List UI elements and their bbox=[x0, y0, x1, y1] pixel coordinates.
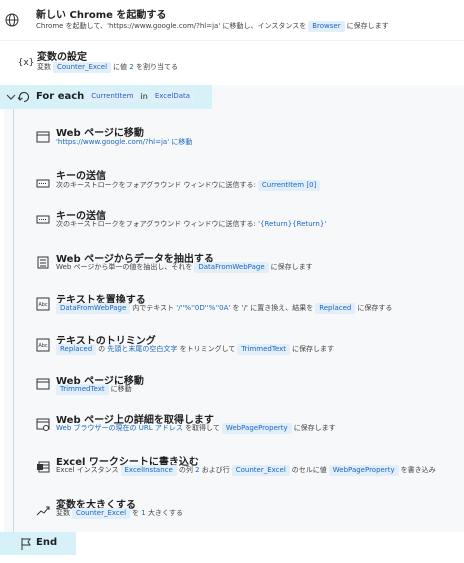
svg-text:Abc: Abc bbox=[38, 302, 48, 308]
step-description: TrimmedText に移動 bbox=[56, 384, 132, 395]
increase-icon bbox=[35, 503, 51, 519]
step-description: Web ブラウザーの現在の URL アドレス を取得して WebPagePrope… bbox=[56, 423, 336, 434]
step-extract-data[interactable]: Web ページからデータを抽出する Web ページから単一の値を抽出し、それを D… bbox=[20, 246, 464, 288]
keyboard-icon bbox=[35, 211, 51, 227]
variable-chip[interactable]: Counter_Excel bbox=[72, 508, 131, 519]
step-title: 変数の設定 bbox=[37, 52, 87, 63]
keyboard-icon bbox=[35, 175, 51, 191]
step-write-excel[interactable]: Excel ワークシートに書き込む Excel インスタンス ExcelInsta… bbox=[20, 451, 464, 491]
step-launch-chrome[interactable]: 新しい Chrome を起動する Chrome を起動して、'https://w… bbox=[0, 0, 464, 40]
variable-chip[interactable]: WebPageProperty bbox=[328, 465, 399, 476]
step-set-variable[interactable]: {x} 変数の設定 変数 Counter_Excel に値 2 を割り当てる bbox=[0, 41, 464, 83]
variable-chip[interactable]: Replaced bbox=[56, 344, 97, 355]
step-description: Web ページから単一の値を抽出し、それを DataFromWebPage に保存し… bbox=[56, 262, 313, 273]
variable-chip[interactable]: ExcelInstance bbox=[120, 465, 177, 476]
trim-text-icon: Abc bbox=[35, 337, 51, 353]
step-description: 変数 Counter_Excel を 1 大きくする bbox=[56, 508, 183, 519]
variable-chip[interactable]: TrimmedText bbox=[237, 344, 291, 355]
end-row[interactable]: End bbox=[0, 532, 76, 555]
variable-chip[interactable]: ExcelData bbox=[150, 91, 195, 102]
step-title: 新しい Chrome を起動する bbox=[36, 10, 167, 21]
variable-icon: {x} bbox=[17, 58, 35, 68]
step-description: Replaced の 先頭と末尾の空白文字 をトリミングして TrimmedText… bbox=[56, 344, 334, 355]
variable-chip[interactable]: DataFromWebPage bbox=[56, 303, 131, 314]
step-description: 次のキーストロークをフォアグラウンド ウィンドウに送信する: CurrentIte… bbox=[56, 180, 322, 191]
globe-icon bbox=[4, 12, 20, 28]
variable-chip[interactable]: CurrentItem [0] bbox=[257, 180, 321, 191]
variable-chip[interactable]: DataFromWebPage bbox=[194, 262, 269, 273]
loop-guide-line bbox=[13, 109, 14, 532]
browser-window-icon bbox=[35, 376, 51, 392]
excel-write-icon bbox=[35, 459, 51, 475]
variable-chip[interactable]: TrimmedText bbox=[56, 384, 109, 395]
variable-chip[interactable]: Browser bbox=[308, 21, 345, 32]
step-description: 変数 Counter_Excel に値 2 を割り当てる bbox=[37, 62, 178, 73]
step-send-keys-1[interactable]: キーの送信 次のキーストロークをフォアグラウンド ウィンドウに送信する: Curr… bbox=[20, 163, 464, 205]
step-description: Chrome を起動して、'https://www.google.com/?hl… bbox=[36, 21, 389, 32]
step-replace-text[interactable]: Abc テキストを置換する DataFromWebPage 内でテキスト '/''… bbox=[20, 288, 464, 330]
flag-icon bbox=[18, 536, 34, 552]
replace-text-icon: Abc bbox=[35, 296, 51, 312]
step-increase-variable[interactable]: 変数を大きくする 変数 Counter_Excel を 1 大きくする bbox=[20, 491, 464, 531]
variable-chip[interactable]: Replaced bbox=[315, 303, 356, 314]
step-go-to-webpage-2[interactable]: Web ページに移動 TrimmedText に移動 bbox=[20, 370, 464, 406]
step-description: DataFromWebPage 内でテキスト '/''%''0D''%''0A' … bbox=[56, 303, 392, 314]
variable-chip[interactable]: Counter_Excel bbox=[231, 465, 290, 476]
step-get-webpage-details[interactable]: Web ページ上の詳細を取得します Web ブラウザーの現在の URL アドレス… bbox=[20, 408, 464, 448]
browser-window-icon bbox=[35, 129, 51, 145]
variable-chip[interactable]: CurrentItem bbox=[87, 91, 138, 102]
variable-chip[interactable]: WebPageProperty bbox=[221, 423, 292, 434]
extract-data-icon bbox=[35, 254, 51, 270]
loop-icon bbox=[16, 89, 32, 105]
variable-chip[interactable]: Counter_Excel bbox=[53, 62, 112, 73]
step-description: Excel インスタンス ExcelInstance の列 2 および行 Counte… bbox=[56, 465, 436, 476]
step-description: 次のキーストロークをフォアグラウンド ウィンドウに送信する: '{Return}… bbox=[56, 220, 327, 228]
step-go-to-webpage[interactable]: Web ページに移動 'https://www.google.com/?hl=j… bbox=[20, 118, 464, 160]
end-label: End bbox=[36, 537, 58, 548]
step-description: 'https://www.google.com/?hl=ja' に移動 bbox=[56, 138, 193, 146]
foreach-row[interactable]: For each CurrentItem in ExcelData bbox=[0, 85, 212, 109]
step-trim-text[interactable]: Abc テキストのトリミング Replaced の 先頭と末尾の空白文字 をトリミ… bbox=[20, 330, 464, 370]
svg-text:Abc: Abc bbox=[38, 343, 48, 349]
web-details-icon bbox=[35, 417, 51, 433]
foreach-label: For each CurrentItem in ExcelData bbox=[36, 91, 195, 102]
step-send-keys-2[interactable]: キーの送信 次のキーストロークをフォアグラウンド ウィンドウに送信する: '{R… bbox=[20, 205, 464, 243]
